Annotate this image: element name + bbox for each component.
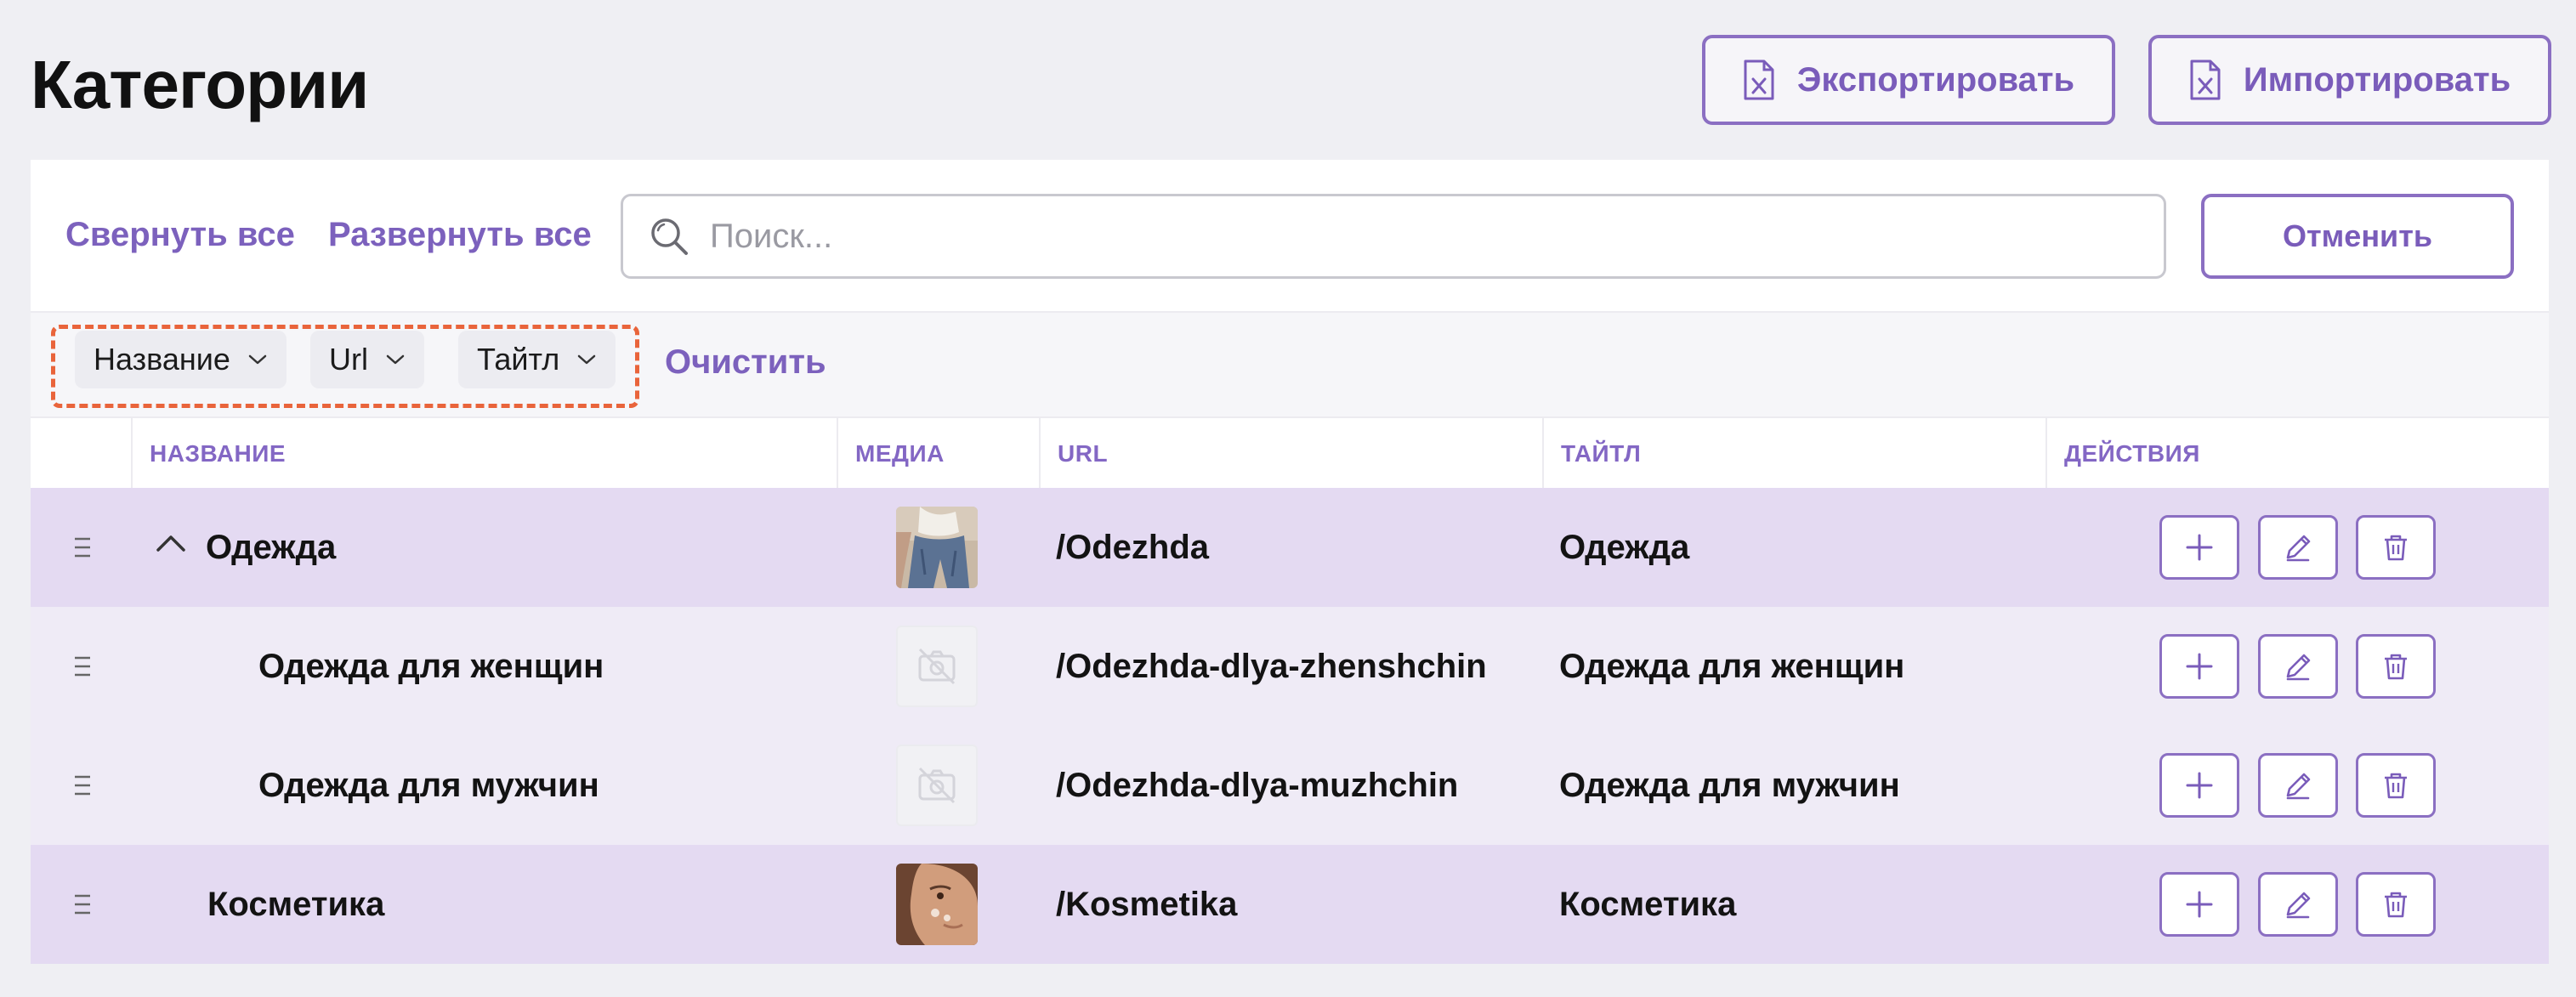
delete-button[interactable] (2356, 753, 2436, 818)
column-divider (131, 418, 133, 490)
category-thumbnail (896, 507, 978, 588)
pencil-icon (2286, 654, 2311, 681)
chevron-up-icon[interactable] (155, 532, 187, 554)
category-thumbnail (896, 864, 978, 945)
filter-chip-name[interactable]: Название (75, 331, 287, 388)
column-header-url[interactable]: URL (1058, 418, 1108, 490)
plus-icon (2186, 772, 2213, 799)
category-name: Косметика (207, 885, 385, 923)
edit-button[interactable] (2258, 515, 2338, 580)
no-image-icon (918, 648, 956, 685)
category-title: Одежда для мужчин (1559, 766, 1900, 804)
search-box[interactable] (621, 194, 2166, 279)
cancel-button[interactable]: Отменить (2201, 194, 2514, 279)
expand-all-link[interactable]: Развернуть все (328, 216, 592, 254)
column-divider (837, 418, 838, 490)
no-image-placeholder (896, 626, 978, 707)
category-name: Одежда для женщин (258, 647, 604, 685)
column-divider (1039, 418, 1041, 490)
trash-icon (2385, 654, 2407, 680)
trash-icon (2385, 535, 2407, 561)
plus-icon (2186, 534, 2213, 561)
category-title: Косметика (1559, 885, 1737, 923)
table-header: НАЗВАНИЕ МЕДИА URL ТАЙТЛ ДЕЙСТВИЯ (31, 416, 2549, 490)
import-button[interactable]: Импортировать (2148, 35, 2551, 125)
plus-icon (2186, 653, 2213, 680)
category-url: /Odezhda (1056, 528, 1210, 566)
excel-file-icon (1744, 59, 1774, 100)
drag-handle-icon[interactable] (73, 773, 92, 797)
search-icon (651, 218, 688, 255)
delete-button[interactable] (2356, 634, 2436, 699)
toolbar: Свернуть все Развернуть все Отменить (31, 160, 2549, 313)
add-subcategory-button[interactable] (2159, 872, 2239, 937)
export-button[interactable]: Экспортировать (1702, 35, 2115, 125)
trash-icon (2385, 892, 2407, 918)
column-header-title[interactable]: ТАЙТЛ (1561, 418, 1641, 490)
no-image-placeholder (896, 745, 978, 826)
category-url: /Kosmetika (1056, 885, 1238, 923)
edit-button[interactable] (2258, 753, 2338, 818)
column-divider (1542, 418, 1544, 490)
chevron-down-icon (386, 354, 405, 365)
no-image-icon (918, 767, 956, 804)
edit-button[interactable] (2258, 634, 2338, 699)
column-header-name[interactable]: НАЗВАНИЕ (150, 418, 286, 490)
column-header-media[interactable]: МЕДИА (855, 418, 945, 490)
delete-button[interactable] (2356, 515, 2436, 580)
add-subcategory-button[interactable] (2159, 753, 2239, 818)
column-header-actions: ДЕЙСТВИЯ (2064, 440, 2200, 467)
filter-chip-label: Тайтл (477, 342, 560, 377)
pencil-icon (2286, 892, 2311, 919)
table-row[interactable]: Одежда для мужчин /Odezhda-dlya-muzhchin… (31, 726, 2549, 845)
trash-icon (2385, 773, 2407, 799)
filter-chip-url[interactable]: Url (310, 331, 424, 388)
categories-page: Категории Экспортировать Импортировать С… (0, 0, 2576, 997)
drag-handle-icon[interactable] (73, 535, 92, 559)
import-label: Импортировать (2243, 60, 2511, 99)
table-row[interactable]: Одежда /Odezhda Одежда (31, 488, 2549, 607)
edit-button[interactable] (2258, 872, 2338, 937)
chevron-down-icon (577, 354, 596, 365)
plus-icon (2186, 891, 2213, 918)
clear-filters-link[interactable]: Очистить (665, 343, 826, 382)
chevron-down-icon (248, 354, 267, 365)
category-title: Одежда для женщин (1559, 647, 1905, 685)
filter-bar: Название Url Тайтл (31, 313, 2549, 416)
categories-panel: Свернуть все Развернуть все Отменить Наз… (31, 160, 2549, 964)
category-name: Одежда (206, 528, 337, 566)
pencil-icon (2286, 535, 2311, 562)
table-row[interactable]: Одежда для женщин /Odezhda-dlya-zhenshch… (31, 607, 2549, 726)
page-title: Категории (31, 47, 369, 122)
category-title: Одежда (1559, 528, 1690, 566)
filter-chip-title[interactable]: Тайтл (458, 331, 616, 388)
filter-chip-label: Url (329, 342, 368, 377)
add-subcategory-button[interactable] (2159, 634, 2239, 699)
drag-handle-icon[interactable] (73, 892, 92, 916)
table-row[interactable]: Косметика /Kosmetika Косметика (31, 845, 2549, 964)
pencil-icon (2286, 773, 2311, 800)
add-subcategory-button[interactable] (2159, 515, 2239, 580)
delete-button[interactable] (2356, 872, 2436, 937)
category-url: /Odezhda-dlya-zhenshchin (1056, 647, 1487, 685)
filter-chip-label: Название (94, 342, 230, 377)
excel-file-icon (2190, 59, 2221, 100)
collapse-all-link[interactable]: Свернуть все (65, 216, 295, 254)
category-url: /Odezhda-dlya-muzhchin (1056, 766, 1459, 804)
export-label: Экспортировать (1796, 60, 2075, 99)
search-input[interactable] (710, 217, 2070, 256)
drag-handle-icon[interactable] (73, 654, 92, 678)
column-divider (2045, 418, 2047, 490)
category-name: Одежда для мужчин (258, 766, 599, 804)
